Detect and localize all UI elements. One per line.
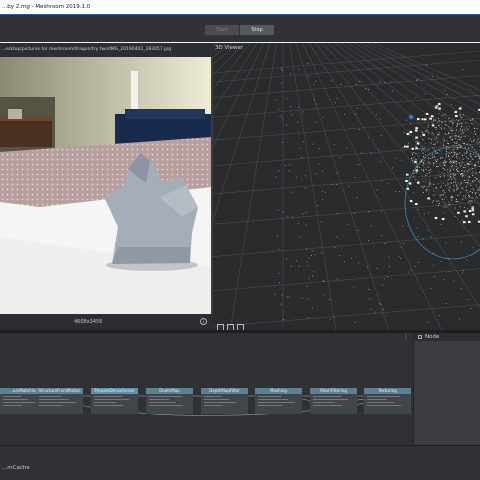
graph-node-attribute	[204, 404, 223, 406]
ground-grid	[213, 43, 480, 330]
point-cloud	[274, 63, 480, 323]
graph-node-attribute	[149, 395, 182, 397]
graph-node-title: Meshing	[255, 388, 302, 394]
graph-node[interactable]: DepthMapFilter	[201, 388, 248, 414]
graph-node-attribute	[39, 398, 69, 400]
info-icon[interactable]: i	[200, 318, 207, 325]
graph-node-title: DepthMap	[146, 388, 193, 394]
graph-node-attribute	[313, 404, 342, 406]
graph-node-attribute	[3, 398, 28, 400]
node-panel-icon	[418, 335, 422, 339]
graph-node-attribute	[367, 401, 394, 403]
graph-node-attribute	[204, 398, 229, 400]
graph-node-attribute	[39, 395, 62, 397]
image-viewer-panel: ...esktop/pictures for meshroom/dragon/t…	[0, 43, 213, 330]
graph-node-attribute	[94, 395, 122, 397]
graph-node-attribute	[313, 401, 335, 403]
graph-node-attribute	[313, 395, 341, 397]
graph-node-attribute	[3, 395, 21, 397]
3d-viewer-panel[interactable]: 3D Viewer	[213, 43, 480, 330]
3d-viewer-title: 3D Viewer	[215, 45, 244, 51]
graph-node-title: StructureFromMotion	[36, 388, 83, 394]
graph-node-attribute	[39, 401, 76, 403]
graph-node-attribute	[94, 401, 116, 403]
point-cloud-scene[interactable]	[213, 43, 480, 330]
graph-node-attribute	[94, 404, 123, 406]
node-panel: Node	[413, 333, 480, 445]
menu-dots-icon[interactable]: ⋮	[403, 333, 409, 340]
node-panel-header: Node	[414, 333, 480, 341]
graph-node-attribute	[204, 401, 236, 403]
3d-viewer-controls	[217, 316, 247, 330]
graph-node-attribute	[149, 398, 169, 400]
graph-node-attribute	[3, 401, 35, 403]
graph-node-title: Texturing	[364, 388, 411, 394]
graph-node-attribute	[367, 398, 387, 400]
graph-node-attribute	[3, 404, 22, 406]
graph-node[interactable]: StructureFromMotion	[36, 388, 83, 414]
status-bar: ...mCache	[0, 445, 480, 480]
graph-node-attribute	[94, 398, 129, 400]
node-panel-title: Node	[425, 334, 440, 340]
graph-node-attribute	[367, 404, 401, 406]
window-title: ...by 2.mg - Meshroom 2019.1.0	[2, 4, 91, 10]
cache-label: ...mCache	[2, 465, 30, 471]
graph-node-title: MeshFiltering	[310, 388, 357, 394]
graph-node[interactable]: Meshing	[255, 388, 302, 414]
graph-node-attribute	[258, 404, 282, 406]
selected-camera	[408, 114, 414, 120]
title-bar: ...by 2.mg - Meshroom 2019.1.0	[0, 0, 480, 15]
graph-node-attribute	[149, 404, 183, 406]
graph-node-attribute	[204, 395, 222, 397]
toolbar: Start Stop	[0, 15, 480, 56]
graph-node-attribute	[367, 395, 400, 397]
graph-node[interactable]: MeshFiltering	[310, 388, 357, 414]
graph-node[interactable]: DepthMap	[146, 388, 193, 414]
image-path: ...esktop/pictures for meshroom/dragon/t…	[0, 43, 213, 57]
image-resolution: 4608x3456	[74, 319, 103, 325]
graph-node-title: DepthMapFilter	[201, 388, 248, 394]
graph-node-attribute	[258, 395, 281, 397]
graph-node-attribute	[39, 404, 63, 406]
graph-node[interactable]: PrepareDenseScene	[91, 388, 138, 414]
start-button[interactable]: Start	[205, 25, 239, 35]
dragon-photo	[0, 57, 211, 357]
graph-node[interactable]: Texturing	[364, 388, 411, 414]
graph-node-attribute	[258, 398, 288, 400]
graph-node-title: PrepareDenseScene	[91, 388, 138, 394]
graph-node-attribute	[258, 401, 295, 403]
stop-button[interactable]: Stop	[240, 25, 274, 35]
graph-node-attribute	[149, 401, 176, 403]
graph-editor[interactable]: ...ureMatching StructureFromMotion Prepare…	[0, 333, 413, 445]
graph-node-attribute	[313, 398, 348, 400]
image-footer: 4608x3456 i	[0, 314, 213, 330]
